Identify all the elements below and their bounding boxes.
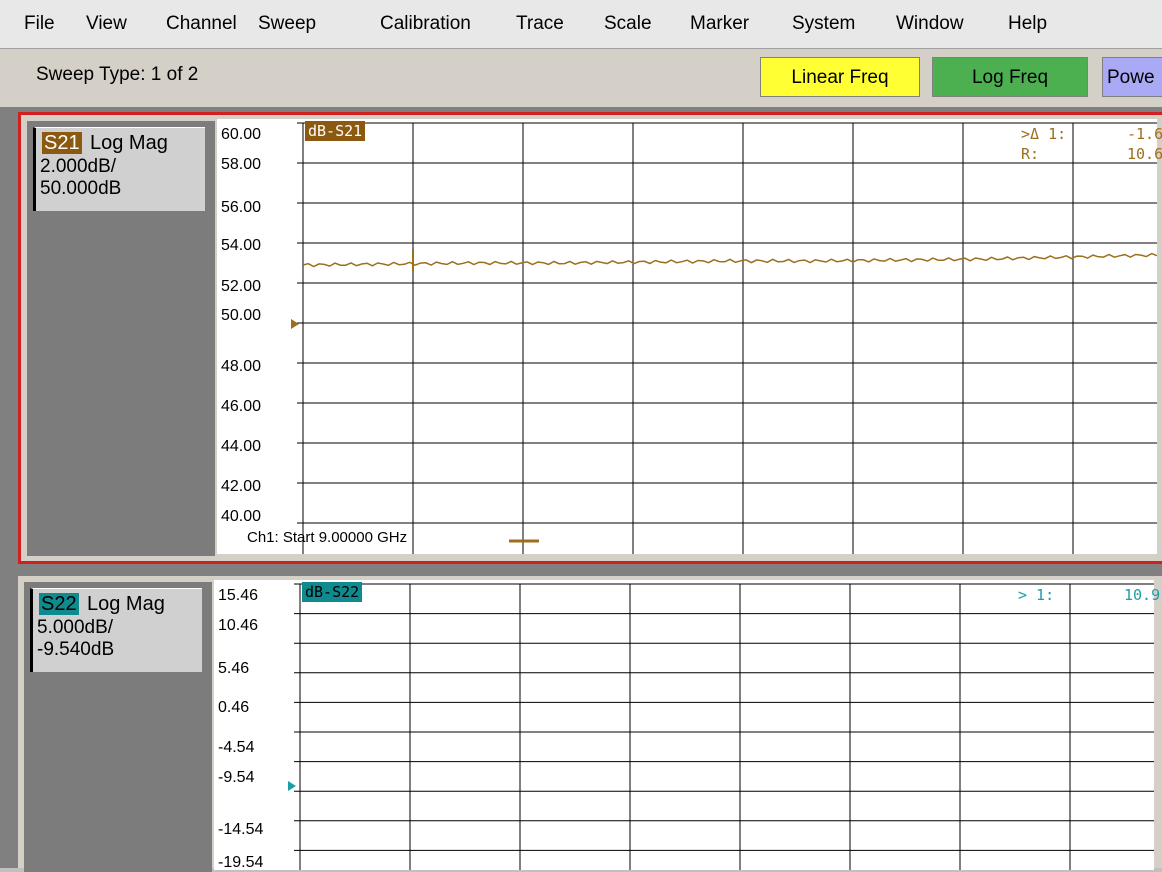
- trace-label: dB-S21: [305, 121, 366, 141]
- trace-info-panel: S22 Log Mag 5.000dB/-9.540dB: [24, 582, 212, 872]
- reference-level: 50.000dB: [40, 178, 122, 199]
- plot-area[interactable]: 15.46 10.46 5.46 0.46 -4.54 -9.54 -14.54 -19.54…: [214, 580, 1160, 871]
- y-tick-label: 0.46: [218, 699, 250, 716]
- menu-calibration[interactable]: Calibration: [380, 13, 471, 35]
- marker-name: R:: [1021, 145, 1040, 163]
- y-tick-label: -14.54: [218, 821, 264, 838]
- marker-value: 10.9: [1124, 586, 1161, 604]
- trace-pane-s22[interactable]: S22 Log Mag 5.000dB/-9.540dB 15.46 10.46 5.46…: [18, 576, 1162, 872]
- y-tick-label: 44.00: [221, 438, 262, 455]
- trace-status-box[interactable]: S22 Log Mag 5.000dB/-9.540dB: [30, 588, 202, 672]
- y-tick-label: 15.46: [218, 587, 259, 604]
- y-tick-label: 40.00: [221, 508, 262, 525]
- trace-info-panel: S21 Log Mag 2.000dB/50.000dB: [27, 121, 215, 556]
- y-tick-label: 42.00: [221, 478, 262, 495]
- toolbar: Sweep Type: 1 of 2 Linear Freq Log Freq …: [0, 49, 1162, 109]
- scale-per-div: 5.000dB/: [37, 617, 114, 638]
- menu-trace[interactable]: Trace: [516, 13, 564, 35]
- marker-name: > 1:: [1018, 586, 1055, 604]
- trace-line-s21: [302, 252, 1157, 268]
- menu-marker[interactable]: Marker: [690, 13, 749, 35]
- y-tick-label: 58.00: [221, 156, 262, 173]
- y-tick-label: 56.00: [221, 199, 262, 216]
- y-tick-label: -9.54: [218, 769, 255, 786]
- trace-status-box[interactable]: S21 Log Mag 2.000dB/50.000dB: [33, 127, 205, 211]
- menu-channel[interactable]: Channel: [166, 13, 237, 35]
- y-tick-label: -4.54: [218, 739, 255, 756]
- plot-area[interactable]: 60.00 58.00 56.00 54.00 52.00 50.00 48.00 46.00…: [217, 119, 1162, 554]
- reference-pointer: [288, 781, 296, 791]
- menu-sweep[interactable]: Sweep: [258, 13, 316, 35]
- y-tick-label: 60.00: [221, 126, 262, 143]
- marker-value: 10.6: [1127, 145, 1162, 163]
- grid: [288, 583, 1154, 870]
- scale-per-div: 2.000dB/: [40, 156, 117, 177]
- power-sweep-button[interactable]: Powe: [1102, 57, 1162, 97]
- y-tick-label: -19.54: [218, 854, 264, 871]
- menu-view[interactable]: View: [86, 13, 127, 35]
- linear-freq-button[interactable]: Linear Freq: [760, 57, 920, 97]
- marker-value: -1.6: [1127, 125, 1162, 143]
- trace-pane-s21[interactable]: S21 Log Mag 2.000dB/50.000dB 60.00 58.00 56.0…: [18, 112, 1162, 564]
- grid: [291, 122, 1157, 554]
- log-freq-button[interactable]: Log Freq: [932, 57, 1088, 97]
- sweep-type-label: Sweep Type: 1 of 2: [36, 64, 199, 85]
- menu-system[interactable]: System: [792, 13, 855, 35]
- param-tag: S21: [42, 132, 82, 154]
- y-tick-label: 52.00: [221, 278, 262, 295]
- menu-file[interactable]: File: [24, 13, 55, 35]
- reference-pointer: [291, 319, 299, 329]
- format-label: Log Mag: [90, 132, 168, 154]
- y-tick-label: 50.00: [221, 307, 262, 324]
- y-tick-label: 46.00: [221, 398, 262, 415]
- y-tick-label: 5.46: [218, 660, 250, 677]
- menu-window[interactable]: Window: [896, 13, 964, 35]
- channel-start-label: Ch1: Start 9.00000 GHz: [247, 529, 408, 546]
- menu-bar: File View Channel Sweep Calibration Trace Scal…: [0, 0, 1162, 49]
- y-tick-label: 48.00: [221, 358, 262, 375]
- marker-name: >Δ 1:: [1021, 125, 1067, 143]
- menu-help[interactable]: Help: [1008, 13, 1047, 35]
- format-label: Log Mag: [87, 593, 165, 615]
- trace-panes: S21 Log Mag 2.000dB/50.000dB 60.00 58.00 56.0…: [0, 108, 1162, 872]
- param-tag: S22: [39, 593, 79, 615]
- y-tick-label: 54.00: [221, 237, 262, 254]
- menu-scale[interactable]: Scale: [604, 13, 652, 35]
- y-tick-label: 10.46: [218, 617, 259, 634]
- reference-level: -9.540dB: [37, 639, 115, 660]
- trace-label: dB-S22: [302, 582, 363, 602]
